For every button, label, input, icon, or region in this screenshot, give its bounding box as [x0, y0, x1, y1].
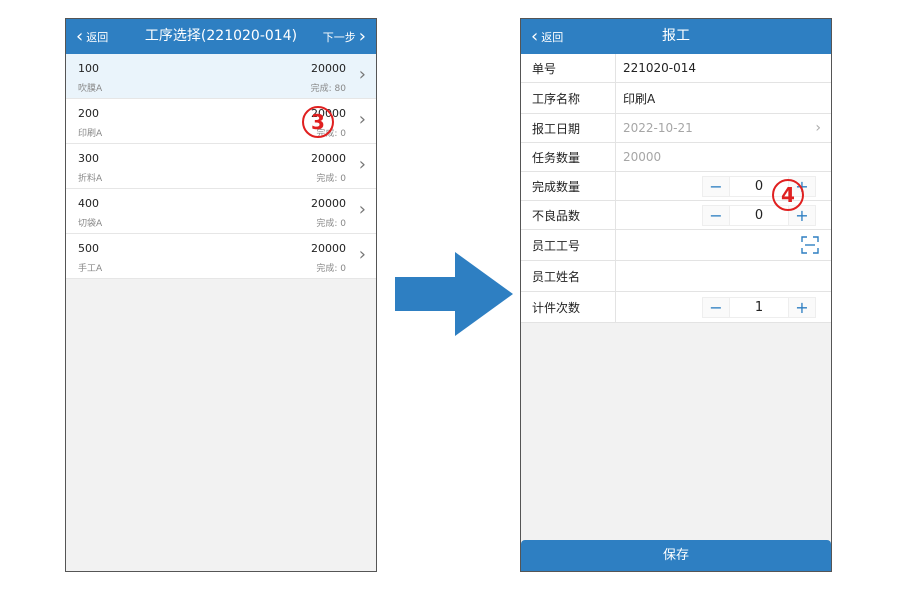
scan-icon[interactable] — [801, 236, 819, 254]
chevron-right-icon: › — [358, 25, 366, 47]
field-label: 员工姓名 — [521, 261, 616, 291]
order-no-row: 单号 221020-014 — [521, 54, 831, 83]
arrow-right-icon — [395, 252, 513, 336]
piece-count-row: 计件次数 − 1 + — [521, 292, 831, 323]
process-qty: 20000 — [311, 197, 346, 210]
field-label: 工序名称 — [521, 83, 616, 113]
process-qty: 20000 — [311, 62, 346, 75]
process-name: 手工A — [78, 264, 103, 274]
process-done: 完成: 80 — [310, 84, 346, 94]
process-done: 完成: 0 — [316, 264, 346, 274]
field-label: 报工日期 — [521, 114, 616, 142]
list-item[interactable]: 500 手工A 20000 完成: 0 › — [66, 234, 376, 279]
process-name: 吹膜A — [78, 84, 103, 94]
process-code: 200 — [78, 107, 99, 120]
page-title: 报工 — [662, 28, 690, 44]
chevron-right-icon: › — [358, 244, 366, 265]
emp-name-row: 员工姓名 — [521, 261, 831, 292]
process-name: 折料A — [78, 174, 103, 184]
chevron-right-icon: › — [358, 64, 366, 85]
list-item[interactable]: 400 切袋A 20000 完成: 0 › — [66, 189, 376, 234]
header: ‹ 返回 报工 — [521, 19, 831, 54]
date-value: 2022-10-21 — [623, 121, 693, 135]
process-code: 400 — [78, 197, 99, 210]
field-label: 单号 — [521, 54, 616, 82]
process-code: 500 — [78, 242, 99, 255]
order-no-value: 221020-014 — [623, 61, 697, 75]
process-code: 300 — [78, 152, 99, 165]
field-label: 任务数量 — [521, 143, 616, 171]
emp-no-input[interactable] — [616, 230, 831, 260]
piece-count-field: − 1 + — [616, 292, 831, 322]
process-list: 100 吹膜A 20000 完成: 80 › 200 印刷A 20000 完成:… — [66, 54, 376, 279]
defect-qty-stepper: − 0 + — [702, 205, 816, 226]
minus-button[interactable]: − — [703, 177, 729, 196]
process-done: 完成: 0 — [316, 174, 346, 184]
process-qty: 20000 — [311, 152, 346, 165]
report-work-screen: ‹ 返回 报工 单号 221020-014 工序名称 印刷A 报工日期 2022… — [520, 18, 832, 572]
process-name: 切袋A — [78, 219, 103, 229]
chevron-right-icon: › — [358, 154, 366, 175]
date-picker[interactable]: 2022-10-21 › — [616, 114, 831, 142]
emp-no-row: 员工工号 — [521, 230, 831, 261]
date-row[interactable]: 报工日期 2022-10-21 › — [521, 114, 831, 143]
field-label: 计件次数 — [521, 292, 616, 322]
piece-count-input[interactable]: 1 — [729, 298, 789, 317]
process-row: 工序名称 印刷A — [521, 83, 831, 114]
field-label: 完成数量 — [521, 172, 616, 200]
save-button[interactable]: 保存 — [521, 540, 831, 571]
list-item[interactable]: 300 折料A 20000 完成: 0 › — [66, 144, 376, 189]
minus-button[interactable]: − — [703, 206, 729, 225]
chevron-right-icon: › — [815, 120, 821, 136]
minus-button[interactable]: − — [703, 298, 729, 317]
process-name: 印刷A — [78, 129, 103, 139]
step-badge-3: 3 — [302, 106, 334, 138]
process-value: 印刷A — [623, 91, 656, 106]
chevron-right-icon: › — [358, 199, 366, 220]
header: ‹ 返回 工序选择(221020-014) 下一步 › — [66, 19, 376, 54]
emp-name-input[interactable] — [616, 261, 831, 291]
chevron-right-icon: › — [358, 109, 366, 130]
process-done: 完成: 0 — [316, 219, 346, 229]
field-label: 员工工号 — [521, 230, 616, 260]
step-badge-4: 4 — [772, 179, 804, 211]
next-step-button[interactable]: 下一步 › — [323, 19, 366, 54]
next-label: 下一步 — [322, 30, 356, 44]
process-qty: 20000 — [311, 242, 346, 255]
process-select-screen: ‹ 返回 工序选择(221020-014) 下一步 › 100 吹膜A 2000… — [65, 18, 377, 572]
piece-count-stepper: − 1 + — [702, 297, 816, 318]
plus-button[interactable]: + — [789, 298, 815, 317]
task-qty-value: 20000 — [623, 150, 662, 164]
task-qty-row: 任务数量 20000 — [521, 143, 831, 172]
field-label: 不良品数 — [521, 201, 616, 229]
process-code: 100 — [78, 62, 99, 75]
list-item[interactable]: 100 吹膜A 20000 完成: 80 › — [66, 54, 376, 99]
